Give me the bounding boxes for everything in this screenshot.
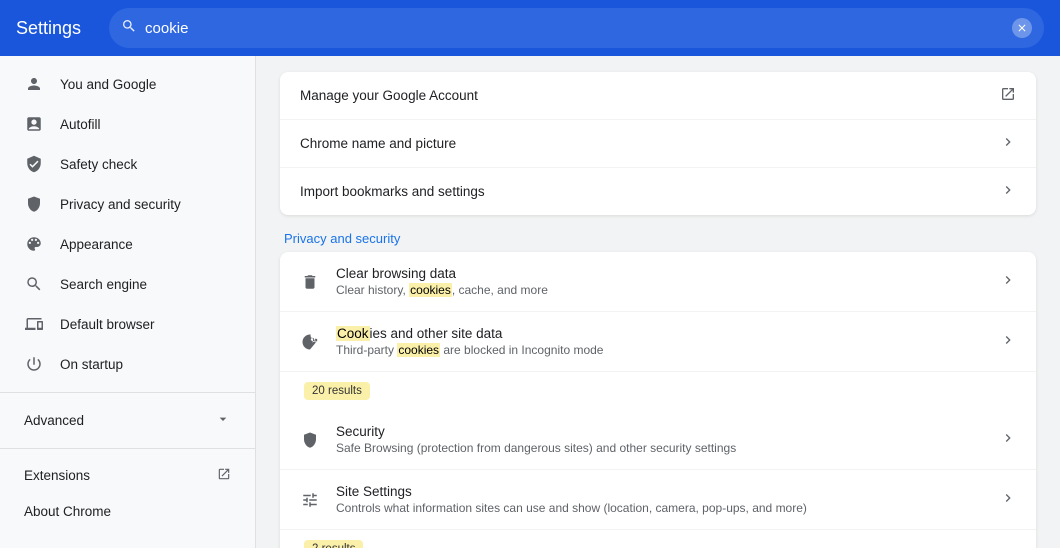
advanced-label: Advanced xyxy=(24,413,84,428)
site-settings-icon xyxy=(300,490,320,510)
sidebar-label-appearance: Appearance xyxy=(60,237,133,252)
sidebar-label-search-engine: Search engine xyxy=(60,277,147,292)
arrow-icon-chrome-name xyxy=(1000,134,1016,153)
sidebar-label-on-startup: On startup xyxy=(60,357,123,372)
card-item-site-settings[interactable]: Site Settings Controls what information … xyxy=(280,470,1036,530)
cookies-title: Cookies and other site data xyxy=(336,326,984,341)
security-icon xyxy=(300,430,320,450)
arrow-icon-clear-browsing xyxy=(1000,272,1016,291)
chrome-name-text: Chrome name and picture xyxy=(300,136,984,151)
card-item-cookies[interactable]: Cookies and other site data Third-party … xyxy=(280,312,1036,372)
arrow-icon-site-settings xyxy=(1000,490,1016,509)
settings-title: Settings xyxy=(16,18,81,39)
sidebar-label-autofill: Autofill xyxy=(60,117,101,132)
security-sub: Safe Browsing (protection from dangerous… xyxy=(336,441,984,455)
card-item-security[interactable]: Security Safe Browsing (protection from … xyxy=(280,410,1036,470)
card-item-import-bookmarks[interactable]: Import bookmarks and settings xyxy=(280,168,1036,215)
main-content: Manage your Google Account Chrome name a… xyxy=(256,56,1060,548)
site-settings-title: Site Settings xyxy=(336,484,984,499)
search-input[interactable] xyxy=(145,20,1004,37)
chevron-down-icon xyxy=(215,411,231,430)
clear-browsing-title: Clear browsing data xyxy=(336,266,984,281)
security-title: Security xyxy=(336,424,984,439)
about-chrome-label: About Chrome xyxy=(24,504,111,519)
cookies-sub: Third-party cookies are blocked in Incog… xyxy=(336,343,984,357)
search-icon xyxy=(121,18,137,39)
sidebar-item-about-chrome[interactable]: About Chrome xyxy=(0,494,247,529)
sidebar-item-default-browser[interactable]: Default browser xyxy=(0,304,247,344)
sidebar-item-appearance[interactable]: Appearance xyxy=(0,224,247,264)
search-clear-button[interactable] xyxy=(1012,18,1032,38)
results-badge-2: 2 results xyxy=(304,540,363,548)
sidebar-item-advanced[interactable]: Advanced xyxy=(0,401,255,440)
arrow-icon-import xyxy=(1000,182,1016,201)
sidebar: You and Google Autofill Safety check Pri… xyxy=(0,56,256,548)
top-section-card: Manage your Google Account Chrome name a… xyxy=(280,72,1036,215)
on-startup-icon xyxy=(24,354,44,374)
sidebar-item-you-and-google[interactable]: You and Google xyxy=(0,64,247,104)
safety-check-icon xyxy=(24,154,44,174)
manage-account-text: Manage your Google Account xyxy=(300,88,984,103)
arrow-icon-security xyxy=(1000,430,1016,449)
results-badge-20: 20 results xyxy=(304,382,370,400)
site-settings-sub: Controls what information sites can use … xyxy=(336,501,984,515)
extensions-label: Extensions xyxy=(24,468,90,483)
trash-icon xyxy=(300,272,320,292)
default-browser-icon xyxy=(24,314,44,334)
privacy-icon xyxy=(24,194,44,214)
sidebar-item-on-startup[interactable]: On startup xyxy=(0,344,247,384)
import-bookmarks-text: Import bookmarks and settings xyxy=(300,184,984,199)
sidebar-label-you-and-google: You and Google xyxy=(60,77,156,92)
person-icon xyxy=(24,74,44,94)
external-link-icon xyxy=(217,467,231,484)
external-icon-manage xyxy=(1000,86,1016,105)
sidebar-item-privacy[interactable]: Privacy and security xyxy=(0,184,247,224)
autofill-icon xyxy=(24,114,44,134)
card-item-chrome-name[interactable]: Chrome name and picture xyxy=(280,120,1036,168)
sidebar-divider xyxy=(0,392,255,393)
sidebar-item-extensions[interactable]: Extensions xyxy=(0,457,255,494)
sidebar-item-safety-check[interactable]: Safety check xyxy=(0,144,247,184)
sidebar-label-default-browser: Default browser xyxy=(60,317,155,332)
card-item-clear-browsing[interactable]: Clear browsing data Clear history, cooki… xyxy=(280,252,1036,312)
search-bar xyxy=(109,8,1044,48)
sidebar-divider-2 xyxy=(0,448,255,449)
appearance-icon xyxy=(24,234,44,254)
search-engine-icon xyxy=(24,274,44,294)
arrow-icon-cookies xyxy=(1000,332,1016,351)
card-item-manage-account[interactable]: Manage your Google Account xyxy=(280,72,1036,120)
sidebar-item-search-engine[interactable]: Search engine xyxy=(0,264,247,304)
sidebar-item-autofill[interactable]: Autofill xyxy=(0,104,247,144)
sidebar-label-privacy: Privacy and security xyxy=(60,197,181,212)
sidebar-label-safety-check: Safety check xyxy=(60,157,137,172)
cookie-icon xyxy=(300,332,320,352)
clear-browsing-sub: Clear history, cookies, cache, and more xyxy=(336,283,984,297)
privacy-section-label: Privacy and security xyxy=(284,231,1036,246)
privacy-section-card: Clear browsing data Clear history, cooki… xyxy=(280,252,1036,548)
